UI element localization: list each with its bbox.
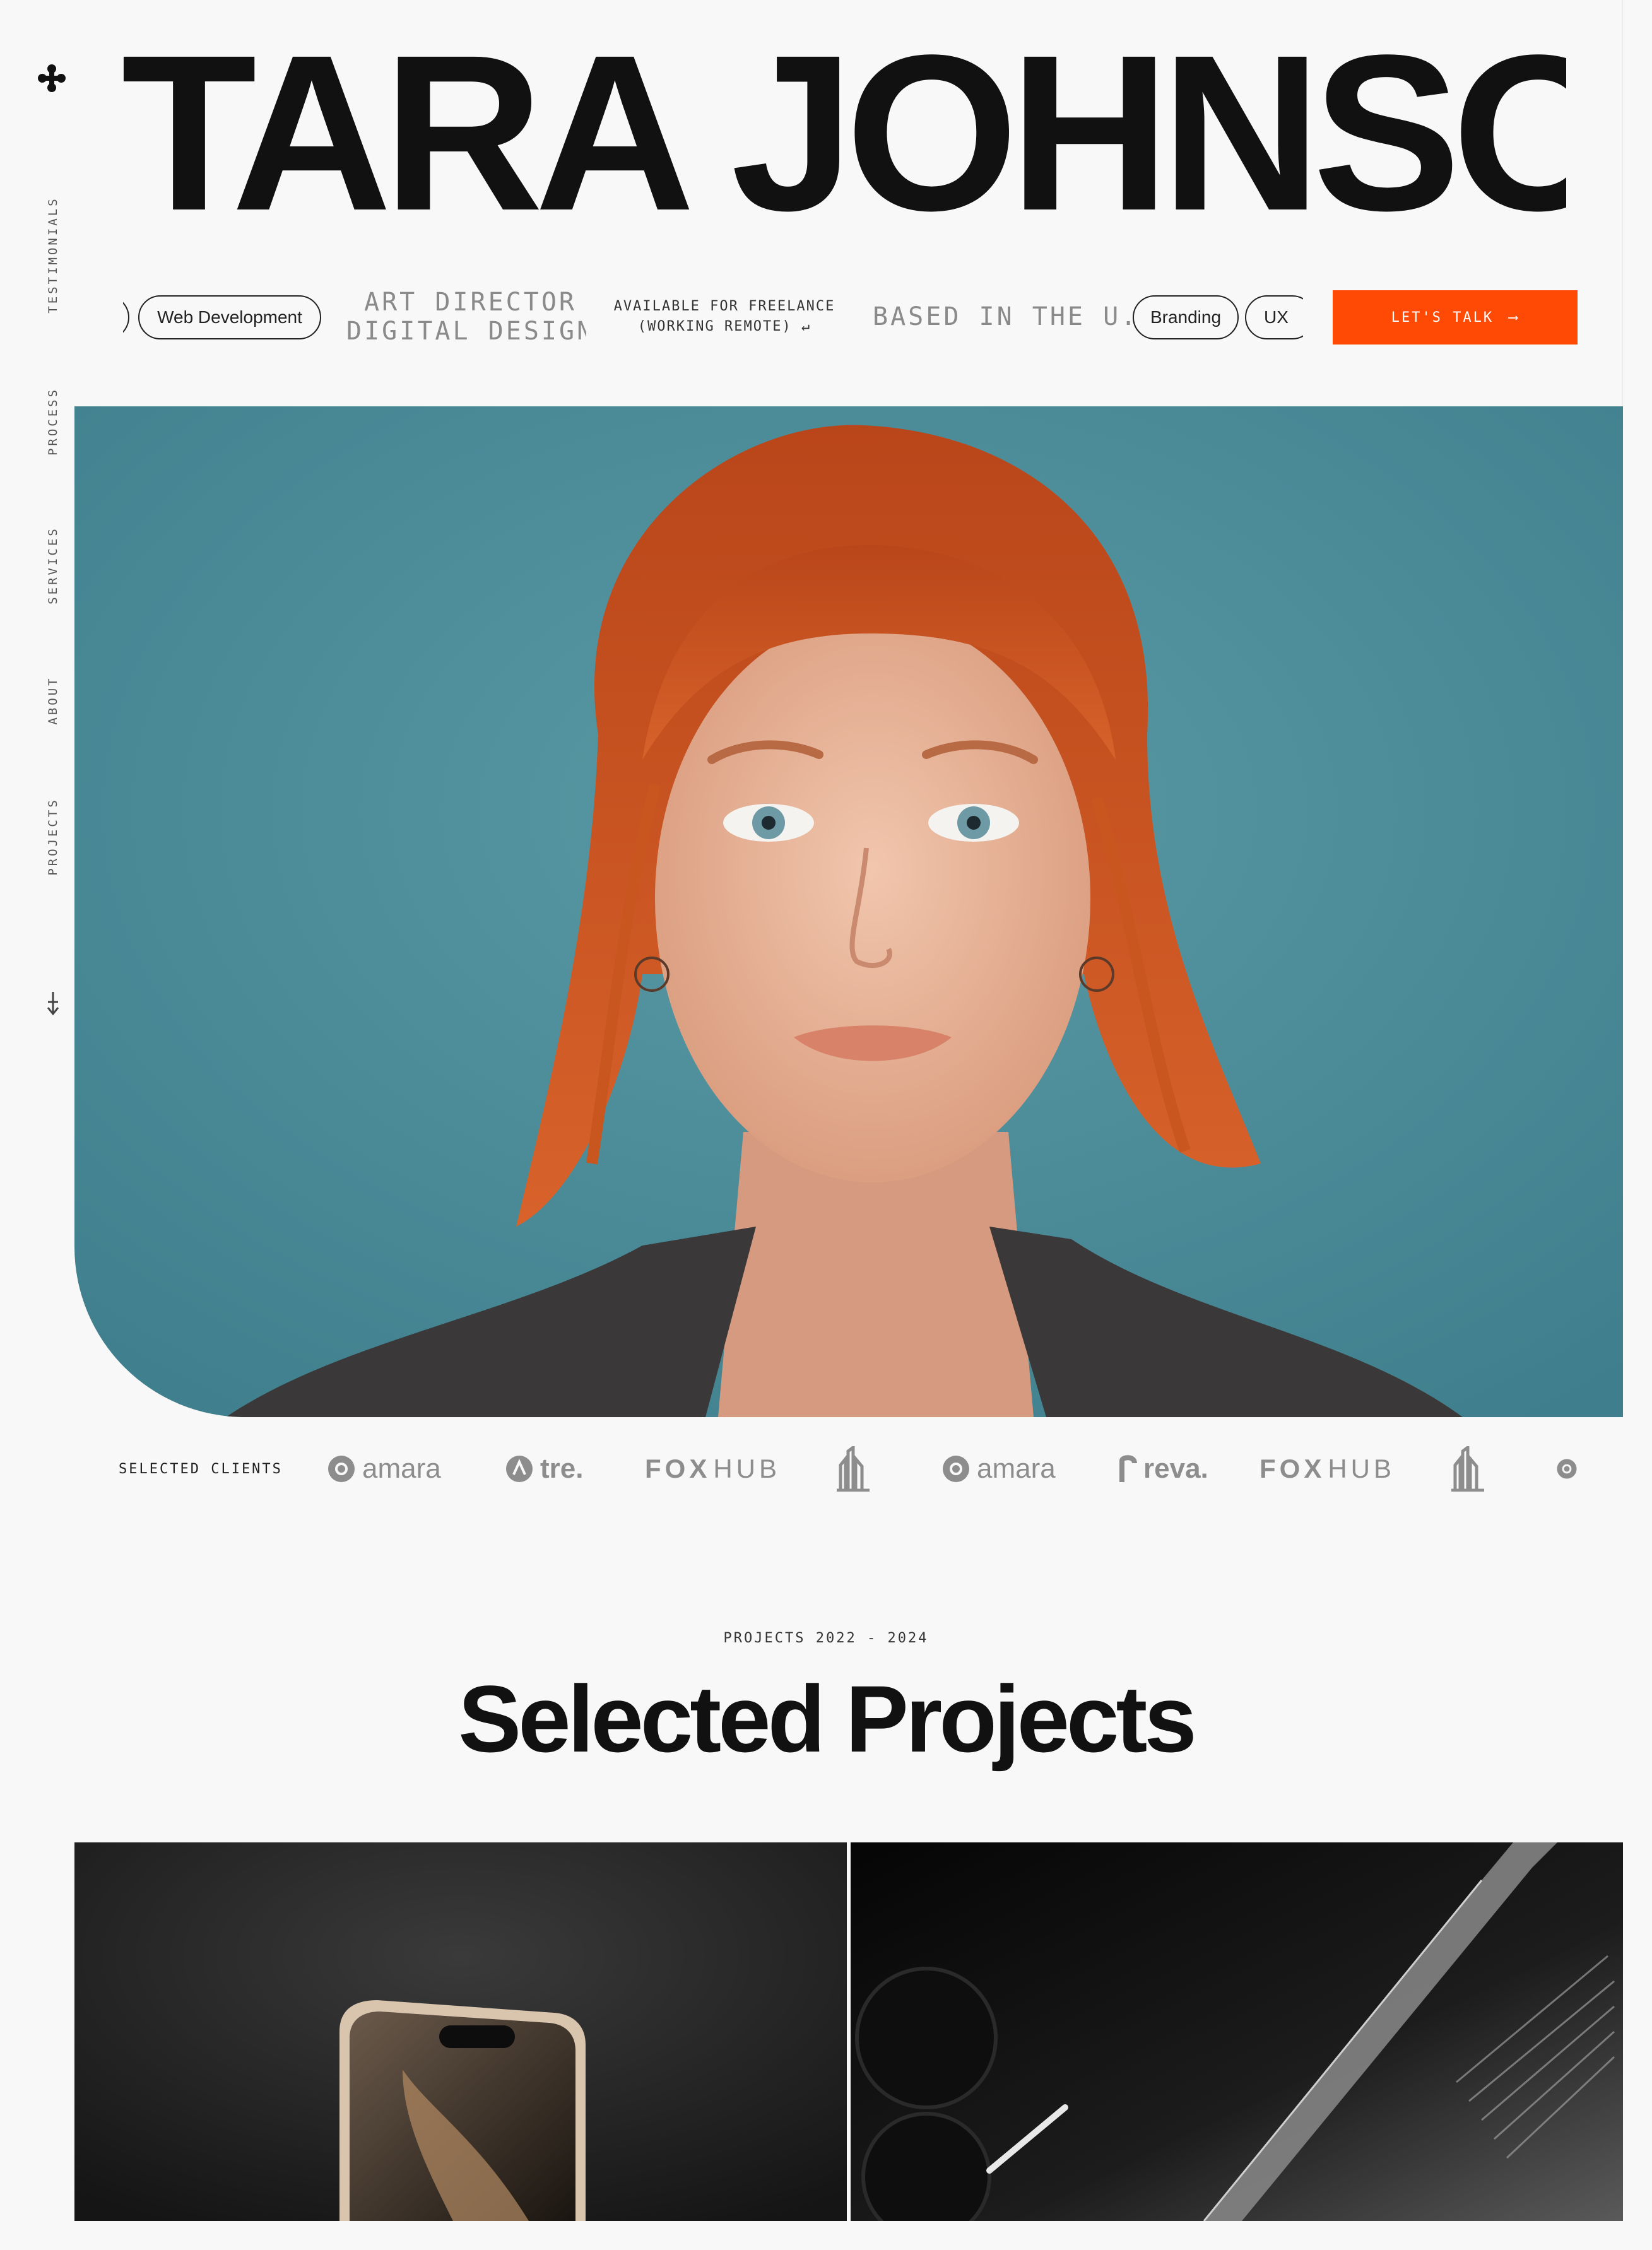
lets-talk-label: LET'S TALK [1391,309,1494,326]
nav-item-projects[interactable]: PROJECTS [46,798,60,876]
pill-web-development: Web Development [138,295,321,339]
nav-item-services[interactable]: SERVICES [46,526,60,604]
at-circle-icon [943,1456,969,1482]
availability-line-1: AVAILABLE FOR FREELANCE [613,298,835,314]
client-logo-reva: reva. [1118,1445,1208,1493]
project-card-phone[interactable] [74,1842,847,2221]
projects-kicker: PROJECTS 2022 - 2024 [723,1630,929,1646]
client-logo-tre: tre. [505,1445,583,1493]
availability-line-2: (WORKING REMOTE) ↵ [637,319,811,334]
selected-clients-label: SELECTED CLIENTS [119,1461,283,1477]
nav-item-testimonials[interactable]: TESTIMONIALS [46,196,60,313]
arrow-right-icon: ⟶ [1509,309,1519,326]
four-dot-cross-icon[interactable] [37,63,67,93]
pill-branding: Branding [1133,295,1239,339]
page-edge-divider [1622,0,1623,406]
client-logo-tower [834,1445,872,1493]
availability-note: AVAILABLE FOR FREELANCE (WORKING REMOTE)… [608,297,841,337]
tower-icon [1451,1446,1484,1492]
client-logo-fragment [1556,1445,1578,1493]
leaf-circle-icon [506,1456,533,1482]
client-logo-foxhub-2: FOX HUB [1260,1454,1396,1483]
at-circle-icon [328,1456,355,1482]
pill-ux: UX [1245,295,1303,339]
skills-ticker: Web Development ART DIRECTOR DIGITAL DES… [123,283,1303,352]
hero-name: TARA JOHNSON [121,38,1566,227]
role-line-2: DIGITAL DESIGN [346,317,586,346]
nav-item-process[interactable]: PROCESS [46,387,60,456]
ticker-pill-fragment [123,295,129,339]
tower-icon [837,1446,870,1492]
projects-title: Selected Projects [458,1666,1197,1772]
at-circle-icon [1557,1459,1577,1479]
client-logo-amara: amara [327,1445,441,1493]
r-glyph-icon [1119,1455,1137,1482]
nav-item-about[interactable]: ABOUT [46,676,60,724]
arrow-down-icon[interactable] [43,991,63,1016]
client-logo-amara-2: amara [941,1445,1056,1493]
role-title: ART DIRECTOR DIGITAL DESIGN [346,288,586,346]
hero-portrait [74,406,1623,1417]
project-card-tower[interactable] [851,1842,1623,2221]
location-text: BASED IN THE U. [873,302,1139,331]
client-logo-tower-2 [1449,1445,1487,1493]
client-logo-foxhub: FOX HUB [645,1454,781,1483]
role-line-1: ART DIRECTOR [364,288,577,317]
lets-talk-button[interactable]: LET'S TALK ⟶ [1333,290,1578,345]
